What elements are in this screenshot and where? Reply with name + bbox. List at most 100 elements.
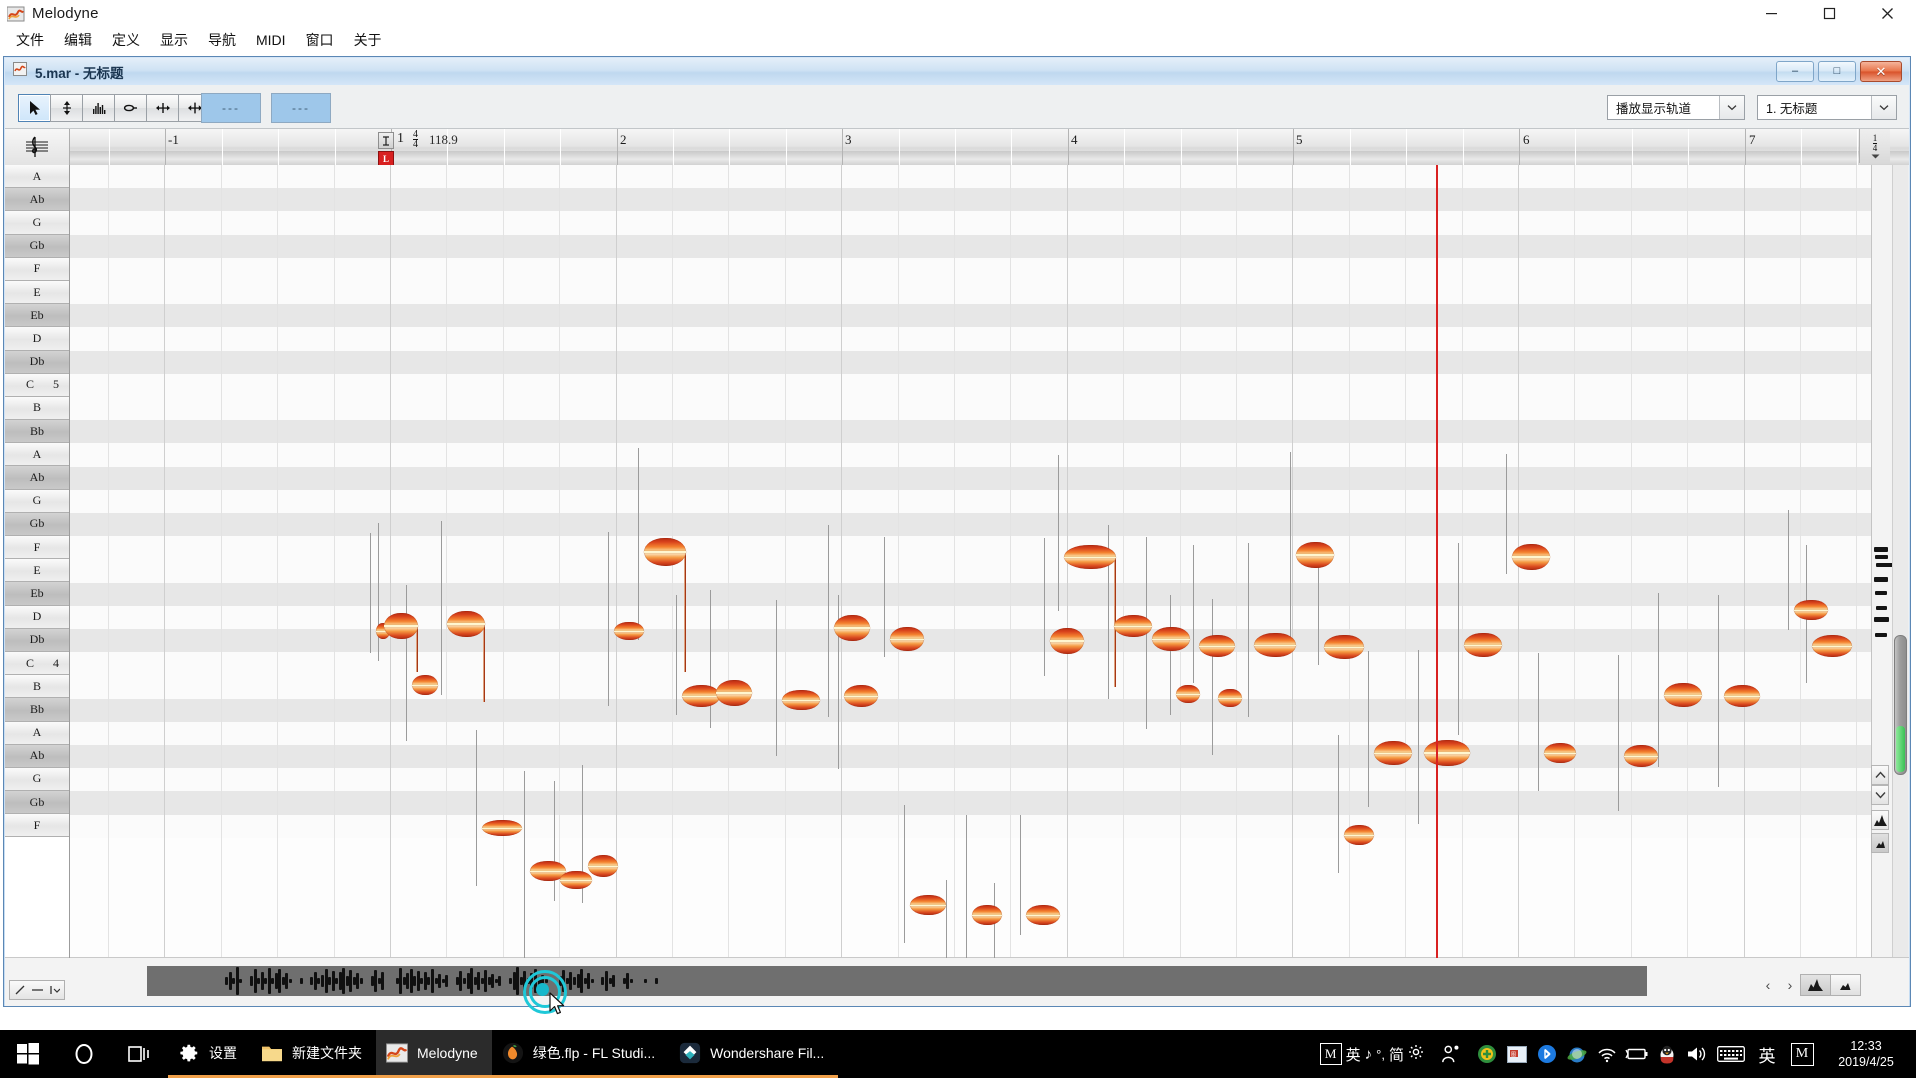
note-blob[interactable] (1424, 740, 1470, 766)
ime-punct[interactable]: °, (1376, 1047, 1385, 1062)
note-blob[interactable] (1296, 542, 1334, 568)
piano-key-E[interactable]: E (5, 559, 69, 583)
window-minimize-button[interactable] (1742, 0, 1800, 27)
note-blob[interactable] (972, 905, 1002, 925)
macro-button-2[interactable]: --- (271, 93, 331, 123)
note-separator[interactable] (524, 771, 525, 958)
vertical-scrollbar[interactable] (1892, 165, 1908, 958)
note-separator[interactable] (476, 730, 477, 886)
note-separator[interactable] (1718, 595, 1719, 787)
tray-ime-box[interactable]: M (1784, 1030, 1820, 1078)
piano-key-D[interactable]: D (5, 605, 69, 629)
note-separator[interactable] (828, 525, 829, 717)
taskbar-flstudio[interactable]: 绿色.flp - FL Studi... (491, 1030, 670, 1078)
note-separator[interactable] (1193, 545, 1194, 683)
menu-view[interactable]: 显示 (151, 28, 197, 52)
piano-key-Ab[interactable]: Ab (5, 744, 69, 768)
piano-key-C5[interactable]: C5 (5, 373, 69, 397)
taskbar-filmora[interactable]: Wondershare Fil... (669, 1030, 839, 1078)
zoom-out-vertical-button[interactable] (1871, 833, 1889, 853)
note-blob[interactable] (844, 685, 878, 707)
note-separator[interactable] (776, 600, 777, 756)
note-separator[interactable] (554, 781, 555, 901)
note-separator[interactable] (406, 585, 407, 741)
note-blob[interactable] (1218, 689, 1242, 707)
note-blob[interactable] (1512, 544, 1550, 570)
time-signature[interactable]: 4 4 (413, 130, 418, 150)
piano-key-F[interactable]: F (5, 257, 69, 281)
piano-key-Eb[interactable]: Eb (5, 304, 69, 328)
window-maximize-button[interactable] (1800, 0, 1858, 27)
piano-key-B[interactable]: B (5, 396, 69, 421)
note-blob[interactable] (588, 855, 618, 877)
note-separator[interactable] (1248, 543, 1249, 717)
piano-key-D[interactable]: D (5, 327, 69, 351)
piano-key-strip[interactable]: A Ab G Gb F E Eb D Db C 5 B Bb A Ab G Gb F E Eb D Db C 4 B Bb A Ab G… (5, 165, 70, 958)
taskbar-settings[interactable]: 设置 (168, 1030, 251, 1078)
note-blob[interactable] (1050, 628, 1084, 654)
tray-keyboard-icon[interactable] (1712, 1030, 1750, 1078)
task-view-button[interactable] (112, 1030, 168, 1078)
tray-battery-icon[interactable] (1622, 1030, 1652, 1078)
main-tool-arrow-button[interactable] (18, 94, 51, 122)
tray-note-app-icon[interactable]: 图 (1502, 1030, 1532, 1078)
display-mode-button[interactable] (9, 980, 65, 1000)
zoom-in-horizontal-button[interactable] (1800, 974, 1831, 996)
note-separator[interactable] (946, 880, 947, 958)
note-separator[interactable] (441, 521, 442, 695)
note-blob[interactable] (614, 622, 644, 640)
scroll-right-button[interactable]: › (1779, 974, 1801, 996)
note-separator[interactable] (1058, 455, 1059, 611)
note-separator[interactable] (884, 537, 885, 657)
piano-key-E[interactable]: E (5, 280, 69, 305)
note-blob[interactable] (1812, 635, 1852, 657)
note-separator[interactable] (1044, 538, 1045, 676)
tray-360-shield-icon[interactable] (1472, 1030, 1502, 1078)
piano-key-G[interactable]: G (5, 767, 69, 792)
note-separator[interactable] (966, 815, 967, 958)
note-separator[interactable] (1290, 452, 1291, 644)
note-separator[interactable] (1368, 651, 1369, 807)
scroll-down-button[interactable] (1871, 785, 1889, 805)
document-restore-button[interactable]: □ (1818, 61, 1856, 82)
ime-tone[interactable]: ♪ (1365, 1046, 1373, 1063)
note-blob[interactable] (1324, 635, 1364, 659)
note-separator[interactable] (1212, 599, 1213, 755)
menu-edit[interactable]: 编辑 (55, 28, 101, 52)
window-close-button[interactable] (1858, 0, 1916, 27)
menu-file[interactable]: 文件 (7, 28, 53, 52)
zoom-out-horizontal-button[interactable] (1830, 974, 1861, 996)
piano-key-F[interactable]: F (5, 814, 69, 838)
piano-key-Db[interactable]: Db (5, 350, 69, 374)
note-blob[interactable] (1464, 633, 1502, 657)
note-separator[interactable] (1618, 655, 1619, 811)
ruler-bar-numbers[interactable]: -1 2 3 4 5 6 7 (5, 129, 1909, 151)
note-separator[interactable] (1658, 593, 1659, 767)
ime-mode-box[interactable]: M (1319, 1043, 1342, 1065)
ime-indicator[interactable]: M 英 ♪ °, 简 (1314, 1043, 1430, 1065)
piano-key-Gb[interactable]: Gb (5, 234, 69, 258)
note-blob[interactable] (1199, 635, 1235, 657)
piano-key-Bb[interactable]: Bb (5, 420, 69, 444)
note-blob[interactable] (1254, 633, 1296, 657)
note-separator[interactable] (1338, 735, 1339, 873)
note-blob[interactable] (447, 611, 485, 637)
menu-define[interactable]: 定义 (103, 28, 149, 52)
tray-volume-icon[interactable] (1682, 1030, 1712, 1078)
note-blob[interactable] (1152, 627, 1190, 651)
piano-key-Ab[interactable]: Ab (5, 466, 69, 490)
pitch-tool-button[interactable] (50, 94, 83, 122)
ruler-beat-strip[interactable] (5, 151, 1909, 165)
note-separator[interactable] (370, 533, 371, 653)
note-separator[interactable] (710, 590, 711, 728)
tray-ie-icon[interactable] (1562, 1030, 1592, 1078)
chevron-down-icon[interactable] (1719, 96, 1744, 119)
note-blob[interactable] (910, 895, 946, 915)
note-separator[interactable] (904, 805, 905, 943)
note-separator[interactable] (1418, 650, 1419, 824)
ime-shape[interactable]: 简 (1389, 1044, 1404, 1065)
waveform-overview[interactable] (147, 966, 1647, 996)
track-select-combo[interactable]: 1. 无标题 (1757, 95, 1897, 120)
piano-key-Bb[interactable]: Bb (5, 698, 69, 722)
note-blob[interactable] (834, 615, 870, 641)
